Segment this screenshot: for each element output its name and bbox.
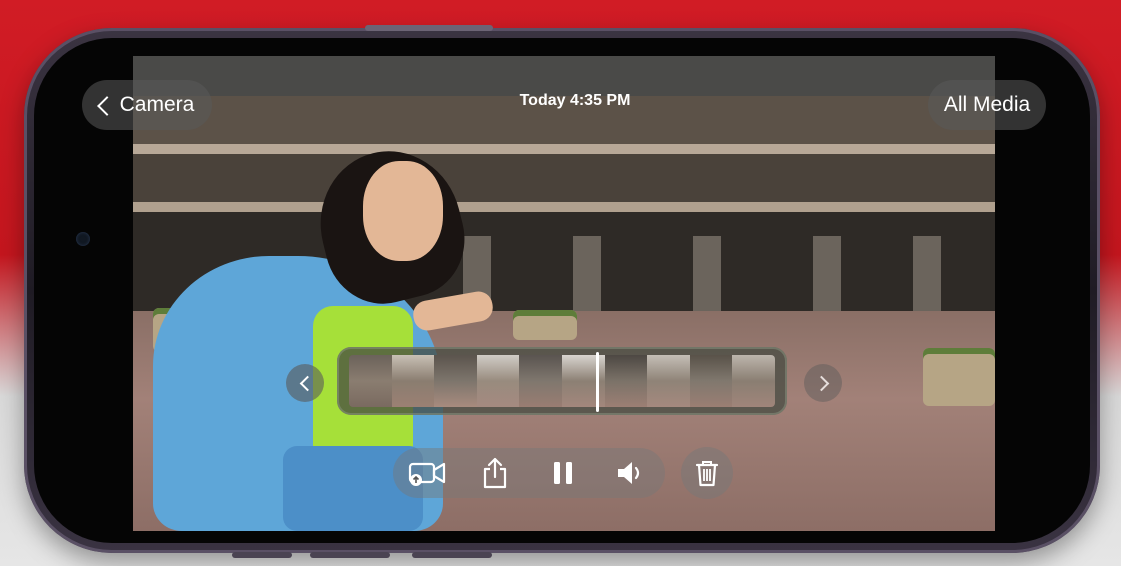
back-button-label: Camera bbox=[119, 93, 195, 116]
video-thumbnail bbox=[647, 355, 690, 407]
video-thumbnail bbox=[349, 355, 392, 407]
media-timestamp-title: Today 4:35 PM bbox=[519, 92, 631, 109]
background-building-top bbox=[133, 56, 995, 96]
camera-upload-button[interactable] bbox=[405, 451, 449, 495]
building-pillar bbox=[693, 236, 721, 316]
thumbnail-strip[interactable] bbox=[349, 355, 775, 407]
share-icon bbox=[483, 457, 507, 489]
trash-icon bbox=[695, 461, 719, 487]
chevron-left-icon bbox=[96, 96, 117, 116]
volume-icon bbox=[618, 462, 640, 484]
building-floor bbox=[133, 154, 995, 204]
delete-button[interactable] bbox=[681, 447, 733, 499]
front-camera bbox=[76, 232, 90, 246]
chevron-left-icon bbox=[299, 375, 315, 391]
video-thumbnail bbox=[476, 355, 520, 407]
previous-clip-button[interactable] bbox=[286, 364, 324, 402]
share-button[interactable] bbox=[473, 451, 517, 495]
chevron-right-icon bbox=[813, 375, 829, 391]
video-thumbnail bbox=[434, 355, 477, 407]
pause-icon bbox=[554, 462, 572, 484]
person-face bbox=[363, 161, 443, 261]
video-thumbnail bbox=[391, 355, 435, 407]
next-clip-button[interactable] bbox=[804, 364, 842, 402]
phone-side-button-bottom bbox=[310, 552, 390, 558]
video-thumbnail bbox=[519, 355, 562, 407]
phone-side-button-top bbox=[365, 25, 493, 31]
phone-side-button-bottom bbox=[412, 552, 492, 558]
video-thumbnail bbox=[604, 355, 648, 407]
planter bbox=[923, 348, 995, 406]
all-media-label: All Media bbox=[943, 93, 1031, 116]
camera-upload-icon bbox=[408, 462, 446, 486]
pause-button[interactable] bbox=[541, 451, 585, 495]
phone-side-button-bottom bbox=[232, 552, 292, 558]
video-thumbnail bbox=[732, 355, 775, 407]
all-media-button[interactable]: All Media bbox=[928, 80, 1046, 130]
building-pillar bbox=[813, 236, 841, 316]
building-pillar bbox=[573, 236, 601, 316]
planter bbox=[513, 310, 577, 340]
video-thumbnail bbox=[689, 355, 733, 407]
building-balcony bbox=[133, 144, 995, 154]
building-pillar bbox=[913, 236, 941, 316]
scrubber-playhead[interactable] bbox=[596, 352, 599, 412]
volume-button[interactable] bbox=[609, 451, 653, 495]
building-balcony bbox=[133, 202, 995, 212]
video-scrubber[interactable] bbox=[337, 347, 787, 415]
back-to-camera-button[interactable]: Camera bbox=[82, 80, 212, 130]
playback-controls bbox=[393, 448, 665, 498]
